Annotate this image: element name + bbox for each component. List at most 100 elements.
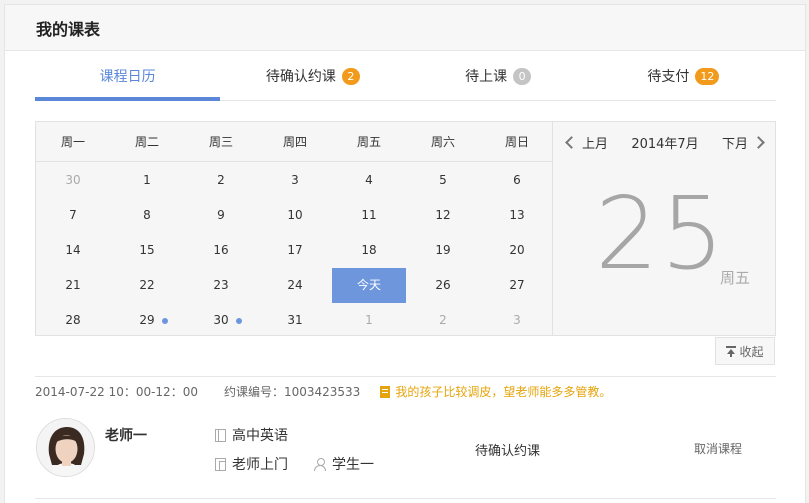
calendar-day[interactable]: 5 — [406, 163, 480, 198]
calendar-day[interactable]: 30 — [184, 303, 258, 338]
calendar-day[interactable]: 22 — [110, 268, 184, 303]
calendar-day-number: 26 — [435, 278, 451, 292]
prev-month-button[interactable]: 上月 — [565, 133, 609, 152]
prev-month-label: 上月 — [582, 136, 609, 152]
calendar-day-number: 11 — [361, 208, 377, 222]
next-month-label: 下月 — [721, 136, 748, 152]
calendar-day-today[interactable]: 今天 — [332, 268, 406, 303]
lesson-note: 我的孩子比较调皮，望老师能多多管教。 — [380, 383, 611, 400]
calendar-day-number: 30 — [65, 173, 81, 187]
calendar-day[interactable]: 13 — [480, 198, 554, 233]
calendar-day[interactable]: 12 — [406, 198, 480, 233]
tab-0[interactable]: 课程日历 — [35, 63, 221, 101]
calendar-day[interactable]: 11 — [332, 198, 406, 233]
weekday-label: 周二 — [134, 135, 159, 149]
calendar-day[interactable]: 1 — [110, 163, 184, 198]
calendar-day[interactable]: 19 — [406, 233, 480, 268]
calendar-day[interactable]: 17 — [258, 233, 332, 268]
page-title: 我的课表 — [36, 19, 101, 39]
calendar-day[interactable]: 15 — [110, 233, 184, 268]
calendar-day[interactable]: 29 — [110, 303, 184, 338]
teacher-name: 老师一 — [105, 428, 147, 444]
calendar-day[interactable]: 23 — [184, 268, 258, 303]
weekday-label: 周三 — [208, 135, 233, 149]
calendar-day-number: 23 — [213, 278, 229, 292]
calendar-day-number: 27 — [509, 278, 525, 292]
calendar-side-panel: 上月 2014年7月 下月 25 周五 — [553, 121, 776, 336]
weekday-label: 周六 — [430, 135, 455, 149]
calendar-day[interactable]: 21 — [36, 268, 110, 303]
collapse-up-icon — [726, 345, 737, 357]
calendar-day[interactable]: 28 — [36, 303, 110, 338]
calendar-day[interactable]: 8 — [110, 198, 184, 233]
calendar-day-number: 10 — [287, 208, 303, 222]
calendar-day[interactable]: 3 — [258, 163, 332, 198]
calendar-day-number: 22 — [139, 278, 155, 292]
tab-label: 课程日历 — [99, 69, 156, 85]
selected-weekday: 周五 — [720, 269, 751, 287]
next-month-button[interactable]: 下月 — [721, 133, 765, 152]
tab-count-badge: 2 — [341, 68, 360, 85]
lesson-dot-icon — [236, 318, 242, 324]
calendar-day-number: 2 — [217, 173, 225, 187]
tab-label: 待确认约课 — [265, 69, 336, 85]
calendar-day-number: 1 — [365, 313, 373, 327]
calendar-day[interactable]: 2 — [184, 163, 258, 198]
calendar-day-number: 19 — [435, 243, 451, 257]
calendar-day-number: 17 — [287, 243, 303, 257]
note-icon — [380, 385, 391, 398]
calendar-day-number: 9 — [217, 208, 225, 222]
lesson-code: 约课编号：1003423533 — [223, 385, 361, 399]
calendar-day-number: 18 — [361, 243, 377, 257]
calendar-day-number: 14 — [65, 243, 81, 257]
calendar: 周一 周二 周三 周四 周五 周六 周日 30 1 2 3 4 5 6 7 8 9 10 11 12 13 14 15 16… — [35, 121, 553, 336]
chevron-left-icon — [565, 135, 578, 149]
schedule-panel: 我的课表 课程日历 待确认约课 2 待上课 0 待支付 12 周一 周二 周三 周四 周五 周六 周日 … — [4, 4, 806, 503]
tab-3[interactable]: 待支付 12 — [591, 63, 776, 100]
calendar-day[interactable]: 7 — [36, 198, 110, 233]
calendar-day-number: 28 — [65, 313, 81, 327]
calendar-day[interactable]: 9 — [184, 198, 258, 233]
calendar-day-number: 30 — [213, 313, 229, 327]
book-icon — [215, 428, 226, 442]
lesson-meta: 2014-07-22 10：00-12：00 约课编号：1003423533 我… — [35, 383, 611, 400]
calendar-day[interactable]: 27 — [480, 268, 554, 303]
calendar-day[interactable]: 6 — [480, 163, 554, 198]
calendar-day-number: 16 — [213, 243, 229, 257]
weekday-label: 周五 — [356, 135, 381, 149]
calendar-day[interactable]: 24 — [258, 268, 332, 303]
calendar-day-number: 24 — [287, 278, 303, 292]
calendar-day-number: 4 — [365, 173, 373, 187]
tab-count-badge: 0 — [513, 68, 532, 85]
calendar-day[interactable]: 18 — [332, 233, 406, 268]
tab-label: 待支付 — [647, 69, 690, 85]
calendar-day[interactable]: 3 — [480, 303, 554, 338]
door-icon — [215, 457, 226, 471]
selected-day-number: 25 — [595, 175, 727, 292]
subject-row: 高中英语 — [215, 425, 288, 445]
calendar-day[interactable]: 31 — [258, 303, 332, 338]
calendar-day[interactable]: 10 — [258, 198, 332, 233]
calendar-day[interactable]: 30 — [36, 163, 110, 198]
calendar-day-number: 21 — [65, 278, 81, 292]
calendar-weekday-header: 周一 周二 周三 周四 周五 周六 周日 — [36, 122, 552, 162]
calendar-day[interactable]: 1 — [332, 303, 406, 338]
calendar-day[interactable]: 26 — [406, 268, 480, 303]
calendar-day[interactable]: 2 — [406, 303, 480, 338]
calendar-day-number: 2 — [439, 313, 447, 327]
calendar-day[interactable]: 14 — [36, 233, 110, 268]
collapse-button[interactable]: 收起 — [715, 337, 775, 365]
calendar-day-number: 今天 — [356, 278, 381, 292]
calendar-day[interactable]: 20 — [480, 233, 554, 268]
calendar-day[interactable]: 16 — [184, 233, 258, 268]
calendar-day-number: 5 — [439, 173, 447, 187]
cancel-lesson-link[interactable]: 取消课程 — [694, 440, 742, 457]
current-month-label: 2014年7月 — [631, 136, 699, 152]
tab-count-badge: 12 — [695, 68, 720, 85]
collapse-label: 收起 — [739, 344, 764, 359]
calendar-day[interactable]: 4 — [332, 163, 406, 198]
teacher-avatar — [36, 418, 95, 477]
tab-2[interactable]: 待上课 0 — [406, 63, 591, 100]
tab-1[interactable]: 待确认约课 2 — [220, 63, 405, 100]
calendar-grid: 30 1 2 3 4 5 6 7 8 9 10 11 12 13 14 15 16 17 18 19 20 21 22 23 2… — [36, 162, 552, 338]
